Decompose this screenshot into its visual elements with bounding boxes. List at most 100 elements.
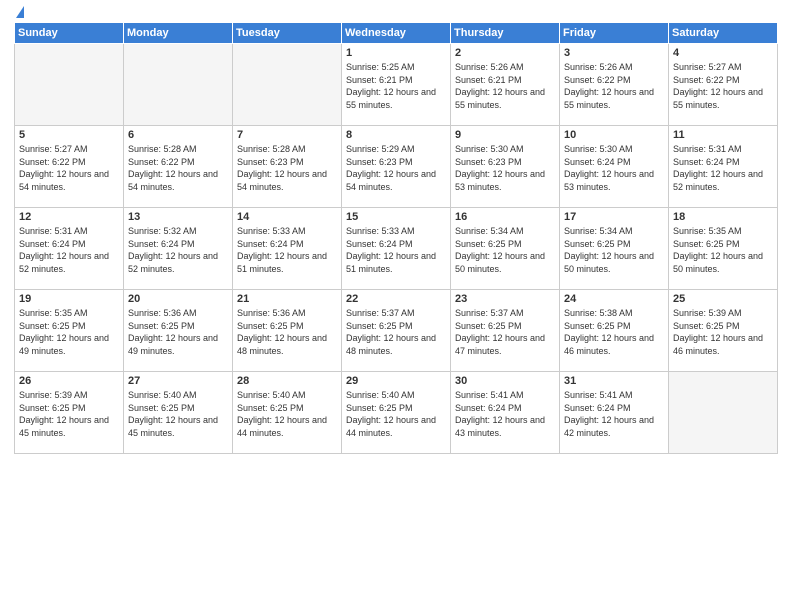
calendar-cell: 16 Sunrise: 5:34 AM Sunset: 6:25 PM Dayl… (451, 208, 560, 290)
calendar-cell (124, 44, 233, 126)
day-info: Sunrise: 5:34 AM Sunset: 6:25 PM Dayligh… (564, 225, 664, 275)
calendar-cell: 18 Sunrise: 5:35 AM Sunset: 6:25 PM Dayl… (669, 208, 778, 290)
day-number: 22 (346, 293, 446, 305)
day-number: 11 (673, 129, 773, 141)
day-info: Sunrise: 5:27 AM Sunset: 6:22 PM Dayligh… (19, 143, 119, 193)
weekday-header-wednesday: Wednesday (342, 23, 451, 44)
calendar-cell: 14 Sunrise: 5:33 AM Sunset: 6:24 PM Dayl… (233, 208, 342, 290)
calendar-cell: 21 Sunrise: 5:36 AM Sunset: 6:25 PM Dayl… (233, 290, 342, 372)
day-info: Sunrise: 5:33 AM Sunset: 6:24 PM Dayligh… (346, 225, 446, 275)
day-info: Sunrise: 5:28 AM Sunset: 6:22 PM Dayligh… (128, 143, 228, 193)
day-number: 17 (564, 211, 664, 223)
calendar-cell: 7 Sunrise: 5:28 AM Sunset: 6:23 PM Dayli… (233, 126, 342, 208)
calendar-cell: 13 Sunrise: 5:32 AM Sunset: 6:24 PM Dayl… (124, 208, 233, 290)
calendar-cell: 20 Sunrise: 5:36 AM Sunset: 6:25 PM Dayl… (124, 290, 233, 372)
day-number: 14 (237, 211, 337, 223)
weekday-header-thursday: Thursday (451, 23, 560, 44)
calendar-cell: 27 Sunrise: 5:40 AM Sunset: 6:25 PM Dayl… (124, 372, 233, 454)
day-number: 10 (564, 129, 664, 141)
calendar-cell: 23 Sunrise: 5:37 AM Sunset: 6:25 PM Dayl… (451, 290, 560, 372)
day-number: 21 (237, 293, 337, 305)
day-number: 5 (19, 129, 119, 141)
day-number: 4 (673, 47, 773, 59)
day-number: 1 (346, 47, 446, 59)
calendar-cell (15, 44, 124, 126)
day-number: 23 (455, 293, 555, 305)
calendar-cell: 24 Sunrise: 5:38 AM Sunset: 6:25 PM Dayl… (560, 290, 669, 372)
day-number: 6 (128, 129, 228, 141)
day-info: Sunrise: 5:35 AM Sunset: 6:25 PM Dayligh… (19, 307, 119, 357)
day-number: 26 (19, 375, 119, 387)
day-number: 16 (455, 211, 555, 223)
weekday-header-monday: Monday (124, 23, 233, 44)
day-number: 2 (455, 47, 555, 59)
calendar-week-3: 19 Sunrise: 5:35 AM Sunset: 6:25 PM Dayl… (15, 290, 778, 372)
day-info: Sunrise: 5:31 AM Sunset: 6:24 PM Dayligh… (19, 225, 119, 275)
header (14, 10, 778, 14)
logo (14, 10, 24, 14)
day-info: Sunrise: 5:27 AM Sunset: 6:22 PM Dayligh… (673, 61, 773, 111)
day-info: Sunrise: 5:40 AM Sunset: 6:25 PM Dayligh… (128, 389, 228, 439)
day-number: 3 (564, 47, 664, 59)
day-info: Sunrise: 5:29 AM Sunset: 6:23 PM Dayligh… (346, 143, 446, 193)
day-number: 31 (564, 375, 664, 387)
calendar: SundayMondayTuesdayWednesdayThursdayFrid… (14, 22, 778, 454)
day-info: Sunrise: 5:28 AM Sunset: 6:23 PM Dayligh… (237, 143, 337, 193)
page: SundayMondayTuesdayWednesdayThursdayFrid… (0, 0, 792, 612)
calendar-cell: 6 Sunrise: 5:28 AM Sunset: 6:22 PM Dayli… (124, 126, 233, 208)
day-number: 15 (346, 211, 446, 223)
day-info: Sunrise: 5:30 AM Sunset: 6:24 PM Dayligh… (564, 143, 664, 193)
day-number: 12 (19, 211, 119, 223)
day-number: 8 (346, 129, 446, 141)
day-number: 7 (237, 129, 337, 141)
calendar-cell: 25 Sunrise: 5:39 AM Sunset: 6:25 PM Dayl… (669, 290, 778, 372)
day-info: Sunrise: 5:25 AM Sunset: 6:21 PM Dayligh… (346, 61, 446, 111)
logo-icon (16, 6, 24, 18)
day-number: 28 (237, 375, 337, 387)
calendar-week-1: 5 Sunrise: 5:27 AM Sunset: 6:22 PM Dayli… (15, 126, 778, 208)
calendar-cell: 17 Sunrise: 5:34 AM Sunset: 6:25 PM Dayl… (560, 208, 669, 290)
calendar-cell: 1 Sunrise: 5:25 AM Sunset: 6:21 PM Dayli… (342, 44, 451, 126)
calendar-cell: 22 Sunrise: 5:37 AM Sunset: 6:25 PM Dayl… (342, 290, 451, 372)
day-number: 18 (673, 211, 773, 223)
day-number: 20 (128, 293, 228, 305)
weekday-header-tuesday: Tuesday (233, 23, 342, 44)
day-number: 30 (455, 375, 555, 387)
day-info: Sunrise: 5:26 AM Sunset: 6:21 PM Dayligh… (455, 61, 555, 111)
day-number: 13 (128, 211, 228, 223)
day-info: Sunrise: 5:39 AM Sunset: 6:25 PM Dayligh… (673, 307, 773, 357)
calendar-cell: 4 Sunrise: 5:27 AM Sunset: 6:22 PM Dayli… (669, 44, 778, 126)
weekday-header-friday: Friday (560, 23, 669, 44)
day-info: Sunrise: 5:40 AM Sunset: 6:25 PM Dayligh… (346, 389, 446, 439)
day-info: Sunrise: 5:36 AM Sunset: 6:25 PM Dayligh… (128, 307, 228, 357)
weekday-header-row: SundayMondayTuesdayWednesdayThursdayFrid… (15, 23, 778, 44)
day-info: Sunrise: 5:39 AM Sunset: 6:25 PM Dayligh… (19, 389, 119, 439)
calendar-cell (233, 44, 342, 126)
calendar-cell: 19 Sunrise: 5:35 AM Sunset: 6:25 PM Dayl… (15, 290, 124, 372)
day-number: 9 (455, 129, 555, 141)
weekday-header-saturday: Saturday (669, 23, 778, 44)
calendar-week-4: 26 Sunrise: 5:39 AM Sunset: 6:25 PM Dayl… (15, 372, 778, 454)
day-info: Sunrise: 5:33 AM Sunset: 6:24 PM Dayligh… (237, 225, 337, 275)
calendar-cell (669, 372, 778, 454)
day-info: Sunrise: 5:41 AM Sunset: 6:24 PM Dayligh… (564, 389, 664, 439)
weekday-header-sunday: Sunday (15, 23, 124, 44)
day-info: Sunrise: 5:36 AM Sunset: 6:25 PM Dayligh… (237, 307, 337, 357)
calendar-cell: 30 Sunrise: 5:41 AM Sunset: 6:24 PM Dayl… (451, 372, 560, 454)
calendar-cell: 11 Sunrise: 5:31 AM Sunset: 6:24 PM Dayl… (669, 126, 778, 208)
calendar-cell: 12 Sunrise: 5:31 AM Sunset: 6:24 PM Dayl… (15, 208, 124, 290)
day-info: Sunrise: 5:26 AM Sunset: 6:22 PM Dayligh… (564, 61, 664, 111)
calendar-cell: 8 Sunrise: 5:29 AM Sunset: 6:23 PM Dayli… (342, 126, 451, 208)
calendar-cell: 31 Sunrise: 5:41 AM Sunset: 6:24 PM Dayl… (560, 372, 669, 454)
day-number: 29 (346, 375, 446, 387)
calendar-cell: 5 Sunrise: 5:27 AM Sunset: 6:22 PM Dayli… (15, 126, 124, 208)
day-number: 19 (19, 293, 119, 305)
calendar-cell: 10 Sunrise: 5:30 AM Sunset: 6:24 PM Dayl… (560, 126, 669, 208)
day-info: Sunrise: 5:32 AM Sunset: 6:24 PM Dayligh… (128, 225, 228, 275)
day-info: Sunrise: 5:34 AM Sunset: 6:25 PM Dayligh… (455, 225, 555, 275)
day-number: 25 (673, 293, 773, 305)
calendar-week-0: 1 Sunrise: 5:25 AM Sunset: 6:21 PM Dayli… (15, 44, 778, 126)
day-info: Sunrise: 5:38 AM Sunset: 6:25 PM Dayligh… (564, 307, 664, 357)
calendar-cell: 9 Sunrise: 5:30 AM Sunset: 6:23 PM Dayli… (451, 126, 560, 208)
day-info: Sunrise: 5:31 AM Sunset: 6:24 PM Dayligh… (673, 143, 773, 193)
